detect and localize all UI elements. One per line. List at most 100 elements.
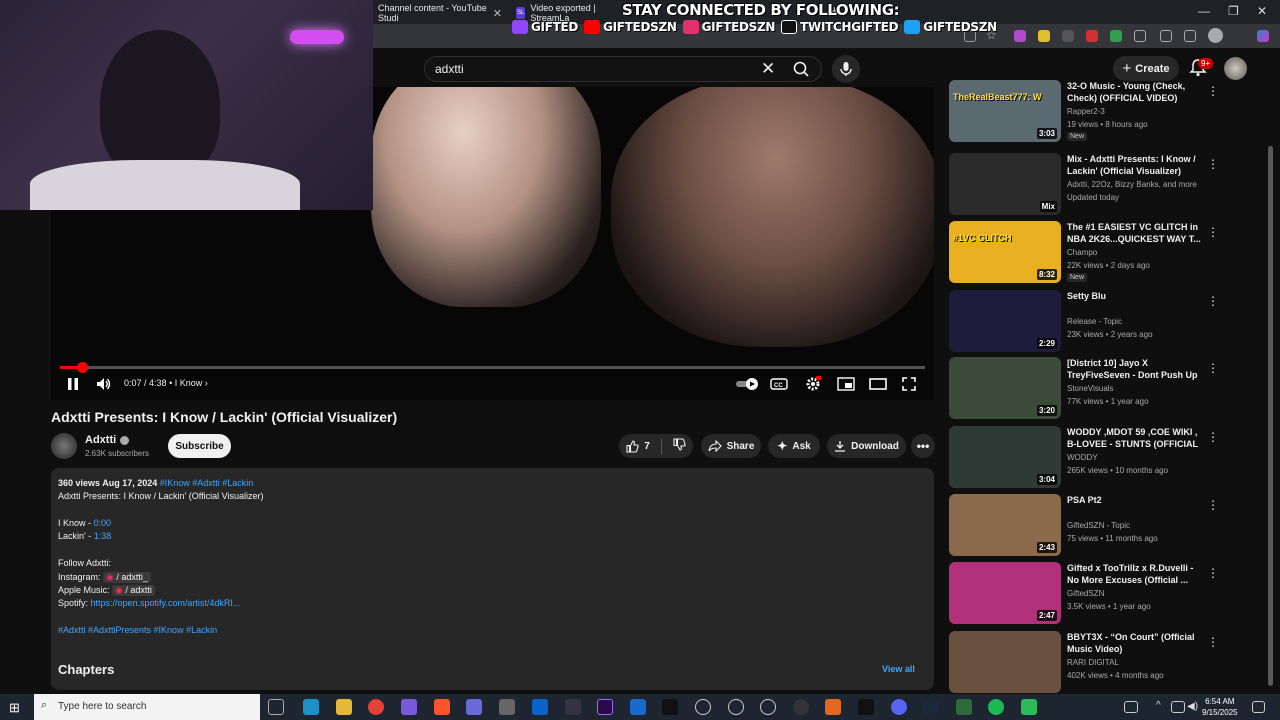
- autoplay-toggle[interactable]: [735, 376, 761, 392]
- 4k-downloader-icon[interactable]: [793, 699, 809, 715]
- tiktok-icon[interactable]: [662, 699, 678, 715]
- recommendation-item[interactable]: Mix Mix - Adxtti Presents: I Know / Lacki…: [949, 153, 1224, 215]
- more-vertical-icon[interactable]: ⋮: [1207, 635, 1219, 649]
- extension-icon[interactable]: [1110, 30, 1122, 42]
- progress-bar[interactable]: [60, 362, 925, 373]
- more-vertical-icon[interactable]: ⋮: [1207, 430, 1219, 444]
- recommendation-channel[interactable]: Release - Topic: [1067, 317, 1122, 326]
- subscribe-button[interactable]: Subscribe: [168, 434, 231, 458]
- maximize-button[interactable]: ❐: [1228, 4, 1239, 18]
- like-button[interactable]: 7: [626, 439, 650, 453]
- app-icon[interactable]: [466, 699, 482, 715]
- tab-youtube-studio[interactable]: Channel content - YouTube Studi ✕: [372, 3, 508, 23]
- voice-search-button[interactable]: [832, 55, 860, 83]
- fullscreen-button[interactable]: [902, 376, 916, 392]
- app-icon[interactable]: [760, 699, 776, 715]
- keyboard-icon[interactable]: [1124, 701, 1138, 713]
- recommendation-item[interactable]: #1VC GLITCH 8:32 The #1 EASIEST VC GLITCH …: [949, 221, 1224, 283]
- extension-icon[interactable]: [1160, 30, 1172, 42]
- steam-icon[interactable]: [923, 699, 939, 715]
- recommendation-channel[interactable]: StoneVisuals: [1067, 384, 1114, 393]
- recommendation-title[interactable]: [District 10] Jayo X TreyFiveSeven - Don…: [1067, 357, 1207, 381]
- recommendation-title[interactable]: Gifted x TooTrillz x R.Duvelli - No More…: [1067, 562, 1207, 586]
- pause-button[interactable]: [66, 376, 80, 392]
- settings-button[interactable]: [805, 376, 821, 392]
- notification-center-icon[interactable]: [1252, 701, 1265, 713]
- app-icon[interactable]: [401, 699, 417, 715]
- epic-games-icon[interactable]: [858, 699, 874, 715]
- clear-search-icon[interactable]: ✕: [761, 59, 775, 79]
- recommendation-title[interactable]: PSA Pt2: [1067, 494, 1207, 506]
- ask-button[interactable]: ✦ Ask: [768, 434, 820, 458]
- obs-icon[interactable]: [695, 699, 711, 715]
- video-thumbnail[interactable]: 3:04: [949, 426, 1061, 488]
- network-icon[interactable]: [1171, 701, 1185, 713]
- edge-icon[interactable]: [303, 699, 319, 715]
- close-window-button[interactable]: ✕: [1257, 4, 1267, 18]
- task-view-icon[interactable]: [268, 699, 284, 715]
- recommendation-channel[interactable]: GiftedSZN - Topic: [1067, 521, 1130, 530]
- recommendation-item[interactable]: 3:04 WODDY ,MDOT 59 ,COE WIKI , B-LOVEE -…: [949, 426, 1224, 488]
- minimize-button[interactable]: —: [1198, 4, 1210, 18]
- page-scrollbar[interactable]: [1266, 88, 1274, 690]
- download-button[interactable]: Download: [827, 434, 906, 458]
- video-thumbnail[interactable]: Mix: [949, 153, 1061, 215]
- recommendation-item[interactable]: BBYT3X - “On Court” (Official Music Vide…: [949, 631, 1224, 693]
- app-icon[interactable]: [825, 699, 841, 715]
- timestamp-link[interactable]: 0:00: [94, 518, 112, 528]
- timestamp-link[interactable]: 1:38: [94, 531, 112, 541]
- more-vertical-icon[interactable]: ⋮: [1207, 157, 1219, 171]
- windows-start-icon[interactable]: ⊞: [9, 700, 20, 716]
- recommendation-channel[interactable]: RARI DIGITAL: [1067, 658, 1119, 667]
- more-vertical-icon[interactable]: ⋮: [1207, 566, 1219, 580]
- view-all-chapters-button[interactable]: View all: [882, 664, 915, 674]
- recommendation-channel[interactable]: Champo: [1067, 248, 1097, 257]
- theater-mode-button[interactable]: [869, 376, 887, 392]
- copilot-icon[interactable]: [1257, 30, 1269, 42]
- video-thumbnail[interactable]: 2:47: [949, 562, 1061, 624]
- scrubber-handle[interactable]: [76, 362, 88, 373]
- profile-avatar-icon[interactable]: [1208, 28, 1223, 43]
- video-thumbnail[interactable]: 2:43: [949, 494, 1061, 556]
- instagram-handle[interactable]: / adxtti_: [116, 572, 148, 582]
- video-thumbnail[interactable]: 2:29: [949, 290, 1061, 352]
- extensions-puzzle-icon[interactable]: [1134, 30, 1146, 42]
- app-icon[interactable]: [956, 699, 972, 715]
- file-explorer-icon[interactable]: [336, 699, 352, 715]
- channel-name-text[interactable]: Adxtti: [85, 434, 116, 446]
- more-vertical-icon[interactable]: ⋮: [1207, 361, 1219, 375]
- more-actions-button[interactable]: •••: [911, 434, 935, 458]
- app-icon[interactable]: [499, 699, 515, 715]
- recommendation-title[interactable]: WODDY ,MDOT 59 ,COE WIKI , B-LOVEE - STU…: [1067, 426, 1207, 450]
- more-vertical-icon[interactable]: ⋮: [1207, 294, 1219, 308]
- recommendation-title[interactable]: Mix - Adxtti Presents: I Know / Lackin' …: [1067, 153, 1207, 177]
- miniplayer-button[interactable]: [837, 376, 855, 392]
- description-hashtags[interactable]: #Adxtti #AdxttiPresents #IKnow #Lackin: [58, 625, 217, 635]
- video-thumbnail[interactable]: 3:20: [949, 357, 1061, 419]
- dislike-button[interactable]: [673, 438, 686, 454]
- apple-music-handle[interactable]: / adxtti: [125, 585, 152, 595]
- more-vertical-icon[interactable]: ⋮: [1207, 225, 1219, 239]
- app-icon[interactable]: [565, 699, 581, 715]
- spotify-icon[interactable]: [988, 699, 1004, 715]
- search-button[interactable]: [784, 56, 822, 82]
- recommendation-item[interactable]: 2:29 Setty Blu Release - Topic 23K views • …: [949, 290, 1224, 352]
- favorites-icon[interactable]: [1184, 30, 1196, 42]
- channel-name[interactable]: Adxtti: [85, 434, 130, 446]
- outlook-icon[interactable]: [532, 699, 548, 715]
- recommendation-item[interactable]: 2:43 PSA Pt2 GiftedSZN - Topic 75 views • 1…: [949, 494, 1224, 556]
- scrollbar-thumb[interactable]: [1268, 146, 1273, 686]
- recommendation-channel[interactable]: WODDY: [1067, 453, 1098, 462]
- recommendation-item[interactable]: TheRealBeast777: W 3:03 32-O Music - Young…: [949, 80, 1224, 142]
- create-button[interactable]: + Create: [1113, 56, 1179, 81]
- recommendation-item[interactable]: 3:20 [District 10] Jayo X TreyFiveSeven -…: [949, 357, 1224, 419]
- recommendation-title[interactable]: 32-O Music - Young (Check, Check) (OFFIC…: [1067, 80, 1207, 104]
- premiere-icon[interactable]: [597, 699, 613, 715]
- video-thumbnail[interactable]: TheRealBeast777: W 3:03: [949, 80, 1061, 142]
- brave-icon[interactable]: [434, 699, 450, 715]
- volume-icon[interactable]: ◀): [1187, 701, 1199, 713]
- chapter-title-button[interactable]: I Know: [175, 378, 203, 388]
- share-button[interactable]: Share: [701, 434, 761, 458]
- recommendation-channel[interactable]: Rapper2-3: [1067, 107, 1105, 116]
- discord-icon[interactable]: [891, 699, 907, 715]
